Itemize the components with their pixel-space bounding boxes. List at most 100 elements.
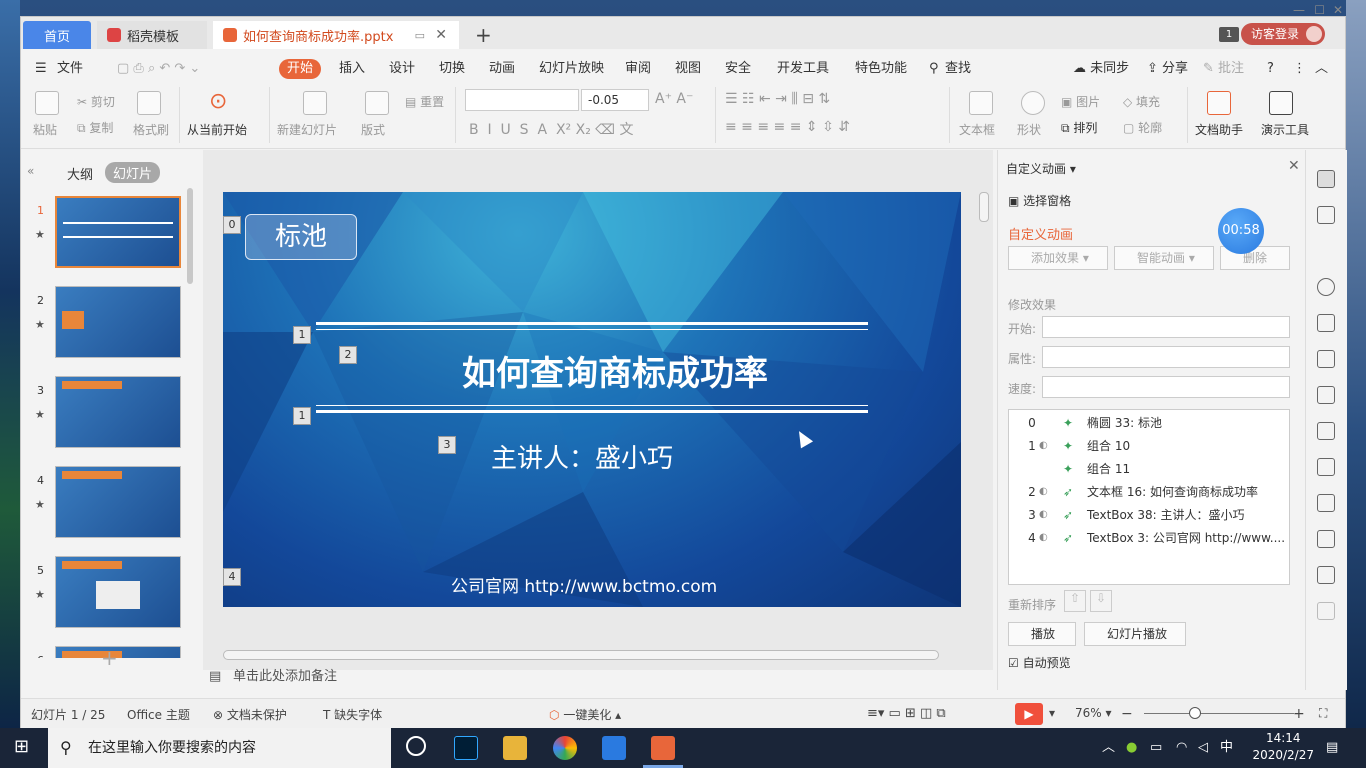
zoom-in-icon[interactable]: + [1293,706,1305,722]
slideshow-button[interactable]: 幻灯片播放 [1084,622,1186,646]
outline-tab[interactable]: 大纲 [67,164,93,183]
clock[interactable]: 14:14 2020/2/27 [1252,730,1314,764]
copy-button[interactable]: ⧉ 复制 [77,119,113,136]
view-mode-icons[interactable]: ≡▾ ▭ ⊞ ◫ ⧉ [867,706,946,721]
menu-special[interactable]: 特色功能 [855,59,907,79]
tab-template[interactable]: 稻壳模板 [97,21,207,49]
grid-icon[interactable] [1317,386,1335,404]
quick-access-icons[interactable]: ▢ ⎙ ⌕ ↶ ↷ ⌄ [117,59,200,79]
cortana-icon[interactable] [406,736,426,756]
shape-icon[interactable] [1021,91,1045,115]
tray-chevron-icon[interactable]: ︿ [1102,728,1115,768]
hamburger-icon[interactable]: ☰ [35,59,47,79]
tab-close-icon[interactable]: ✕ [435,27,447,43]
taskbar-search-box[interactable]: ⚲ 在这里输入你要搜索的内容 [48,728,391,768]
auto-preview-checkbox[interactable]: ☑ 自动预览 [1008,654,1071,671]
tab-home[interactable]: 首页 [23,21,91,49]
gallery-icon[interactable] [1317,494,1335,512]
ime-indicator[interactable]: 中 [1220,728,1233,768]
tab-presentation[interactable]: 如何查询商标成功率.pptx ▭ ✕ [213,21,459,49]
play-from-current-icon[interactable]: ⊙ [209,89,227,114]
recording-timer[interactable]: 00:58 [1218,208,1264,254]
play-button[interactable]: 播放 [1008,622,1076,646]
thumbnail-2[interactable]: 2 ★ [21,280,191,360]
font-grow-shrink-icons[interactable]: A⁺ A⁻ [655,91,693,107]
animation-item[interactable]: ✦ 组合 11 [1009,458,1289,480]
slide-footer[interactable]: 公司官网 http://www.bctmo.com [451,572,717,597]
windows-start-icon[interactable]: ⊞ [14,736,29,757]
text-format-icons[interactable]: B I U S A X² X₂ ⌫ 文 [469,119,634,139]
anim-tag-3[interactable]: 3 [438,436,456,454]
more-icon[interactable]: ⋮ [1293,59,1306,79]
animation-tool-icon[interactable] [1317,170,1335,188]
thumbnail-scrollbar[interactable] [187,188,193,284]
new-slide-button[interactable]: 新建幻灯片 [277,121,337,138]
share-button[interactable]: ⇪ 分享 [1147,59,1188,79]
move-down-icon[interactable]: ⇩ [1090,590,1112,612]
anim-tag-0[interactable]: 0 [223,216,241,234]
logo-box[interactable]: 标池 [245,214,357,260]
layout-icon[interactable] [365,91,389,115]
pane-title[interactable]: 自定义动画 ▾ [1006,160,1076,177]
paste-icon[interactable] [35,91,59,115]
zoom-out-icon[interactable]: − [1121,706,1133,722]
comment-button[interactable]: ✎ 批注 [1203,59,1244,79]
photoshop-icon[interactable] [454,736,478,760]
animation-item[interactable]: 4 ◐ ➶ TextBox 3: 公司官网 http://www.... [1009,527,1289,549]
export-icon[interactable] [1317,530,1335,548]
tray-app-icon[interactable]: ● [1126,728,1137,768]
animation-item[interactable]: 3 ◐ ➶ TextBox 38: 主讲人：盛小巧 [1009,504,1289,526]
object-icon[interactable] [1317,206,1335,224]
select-pane-button[interactable]: ▣ 选择窗格 [1008,192,1071,209]
new-slide-icon[interactable] [303,91,327,115]
fill-button[interactable]: ◇ 填充 [1123,93,1160,110]
layout-button[interactable]: 版式 [361,121,385,138]
tab-window-icon[interactable]: ▭ [415,29,425,42]
wifi-icon[interactable]: ◠ [1176,728,1187,768]
menu-file[interactable]: 文件 [57,59,83,79]
slideshow-dropdown-icon[interactable]: ▾ [1049,706,1055,720]
anim-tag-2[interactable]: 2 [339,346,357,364]
shape-tool-icon[interactable] [1317,314,1335,332]
zoom-level[interactable]: 76% ▾ [1075,706,1112,720]
editor-horizontal-scrollbar[interactable] [223,650,939,660]
menu-security[interactable]: 安全 [725,59,751,79]
menu-developer[interactable]: 开发工具 [777,59,829,79]
new-tab-button[interactable]: + [475,23,492,47]
wps-presentation-icon[interactable] [651,736,675,760]
zoom-slider-knob[interactable] [1189,707,1201,719]
missing-font[interactable]: T 缺失字体 [323,706,382,723]
beautify-button[interactable]: ⬡ 一键美化 ▴ [549,706,621,723]
zoom-slider[interactable] [1144,713,1294,714]
close-window-icon[interactable]: ✕ [1333,3,1343,17]
start-slideshow-button[interactable]: ▶ [1015,703,1043,725]
slide-title[interactable]: 如何查询商标成功率 [223,346,961,395]
sync-button[interactable]: ☁ 未同步 [1073,59,1129,79]
smart-animation-button[interactable]: 智能动画 ▾ [1114,246,1214,270]
start-select[interactable] [1042,316,1290,338]
reset-button[interactable]: ▤ 重置 [405,93,444,110]
animation-item[interactable]: 2 ◐ ➶ 文本框 16: 如何查询商标成功率 [1009,481,1289,503]
add-slide-button[interactable]: + [101,646,118,670]
from-current-button[interactable]: 从当前开始 [187,121,247,138]
menu-insert[interactable]: 插入 [339,59,365,79]
paste-button[interactable]: 粘贴 [33,121,57,138]
collapse-panel-icon[interactable]: « [27,164,34,178]
thumbnail-4[interactable]: 4 ★ [21,460,191,540]
settings-icon[interactable] [1317,458,1335,476]
file-explorer-icon[interactable] [503,736,527,760]
menu-animation[interactable]: 动画 [489,59,515,79]
style-icon[interactable] [1317,278,1335,296]
outline-button[interactable]: ▢ 轮廓 [1123,119,1162,136]
thumbnail-3[interactable]: 3 ★ [21,370,191,450]
login-button[interactable]: 访客登录 [1240,23,1325,45]
wps-writer-icon[interactable] [602,736,626,760]
pane-close-icon[interactable]: ✕ [1288,158,1300,174]
collapse-ribbon-icon[interactable]: ︿ [1315,59,1328,79]
archive-icon[interactable] [1317,566,1335,584]
theme-name[interactable]: Office 主题 [127,706,190,723]
anim-tag-1a[interactable]: 1 [293,326,311,344]
image-icon[interactable] [1317,602,1335,620]
textbox-button[interactable]: 文本框 [959,121,995,138]
notification-icon[interactable]: ▤ [1326,728,1338,768]
